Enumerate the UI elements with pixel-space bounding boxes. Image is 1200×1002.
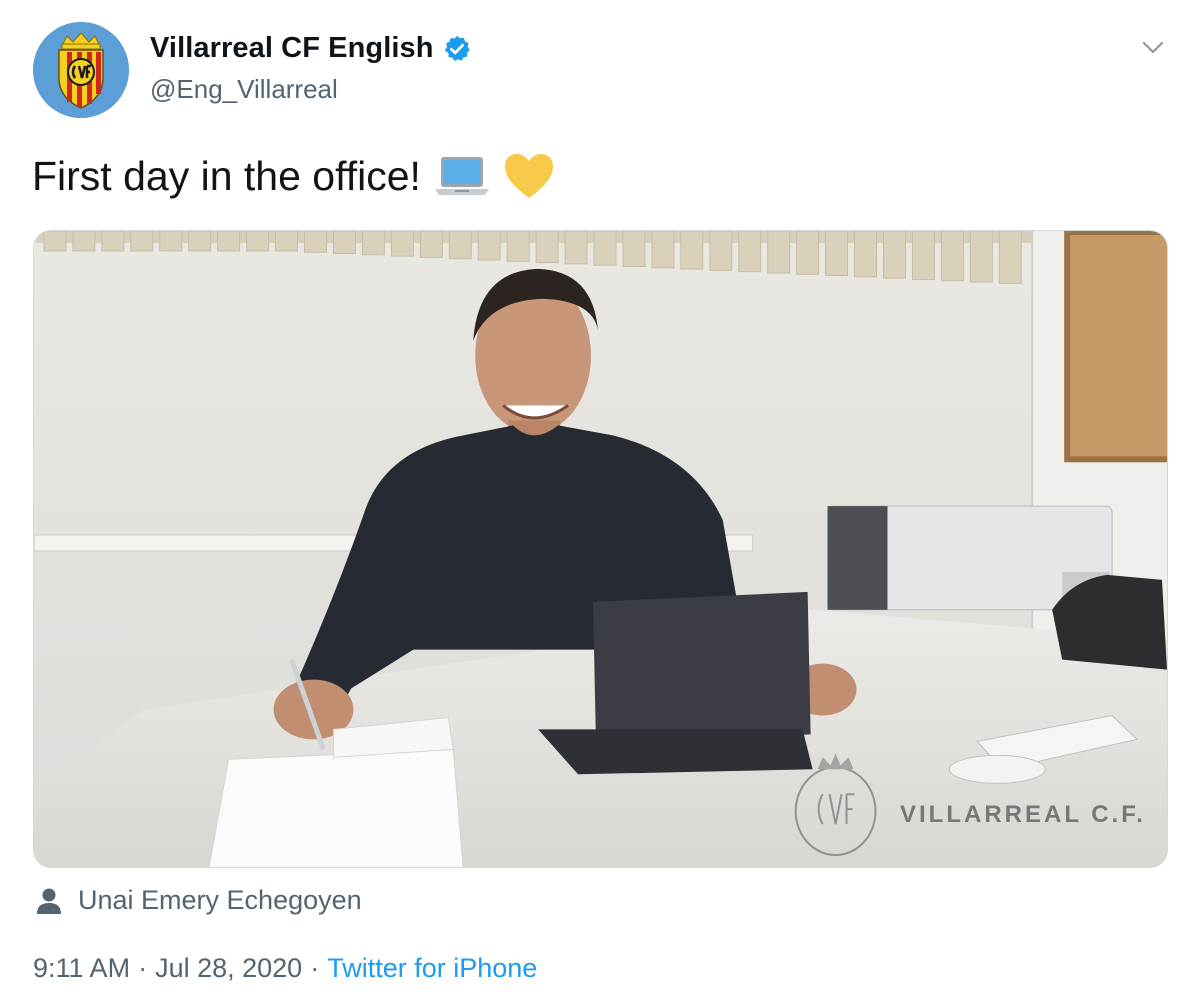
photo-watermark-text: VILLARREAL C.F. <box>900 801 1146 828</box>
meta-separator-1: · <box>138 953 148 983</box>
tweet-text: First day in the office! <box>32 152 555 200</box>
tweet-photo[interactable]: VILLARREAL C.F. <box>33 230 1168 868</box>
author-display-name[interactable]: Villarreal CF English <box>150 32 472 65</box>
laptop-emoji <box>433 154 491 198</box>
yellow-heart-emoji <box>503 152 555 200</box>
meta-separator-2: · <box>310 953 320 983</box>
display-name-text: Villarreal CF English <box>150 32 434 64</box>
author-handle[interactable]: @Eng_Villarreal <box>150 74 338 105</box>
villarreal-crest-icon <box>33 22 129 118</box>
tweet-time[interactable]: 9:11 AM <box>33 953 130 984</box>
tweet-body: First day in the office! <box>32 152 421 199</box>
tweet-card: Villarreal CF English @Eng_Villarreal Fi… <box>0 0 1200 1002</box>
chevron-down-icon <box>1142 41 1164 54</box>
avatar[interactable] <box>33 22 129 118</box>
verified-badge-icon <box>442 34 472 64</box>
more-options-button[interactable] <box>1138 32 1168 62</box>
person-icon <box>37 888 61 914</box>
tagged-user-name: Unai Emery Echegoyen <box>78 885 362 915</box>
tweet-date[interactable]: Jul 28, 2020 <box>155 953 302 984</box>
tweet-source-link[interactable]: Twitter for iPhone <box>327 953 537 984</box>
tweet-meta: 9:11 AM · Jul 28, 2020 · Twitter for iPh… <box>33 953 537 984</box>
tagged-user[interactable]: Unai Emery Echegoyen <box>36 885 362 916</box>
